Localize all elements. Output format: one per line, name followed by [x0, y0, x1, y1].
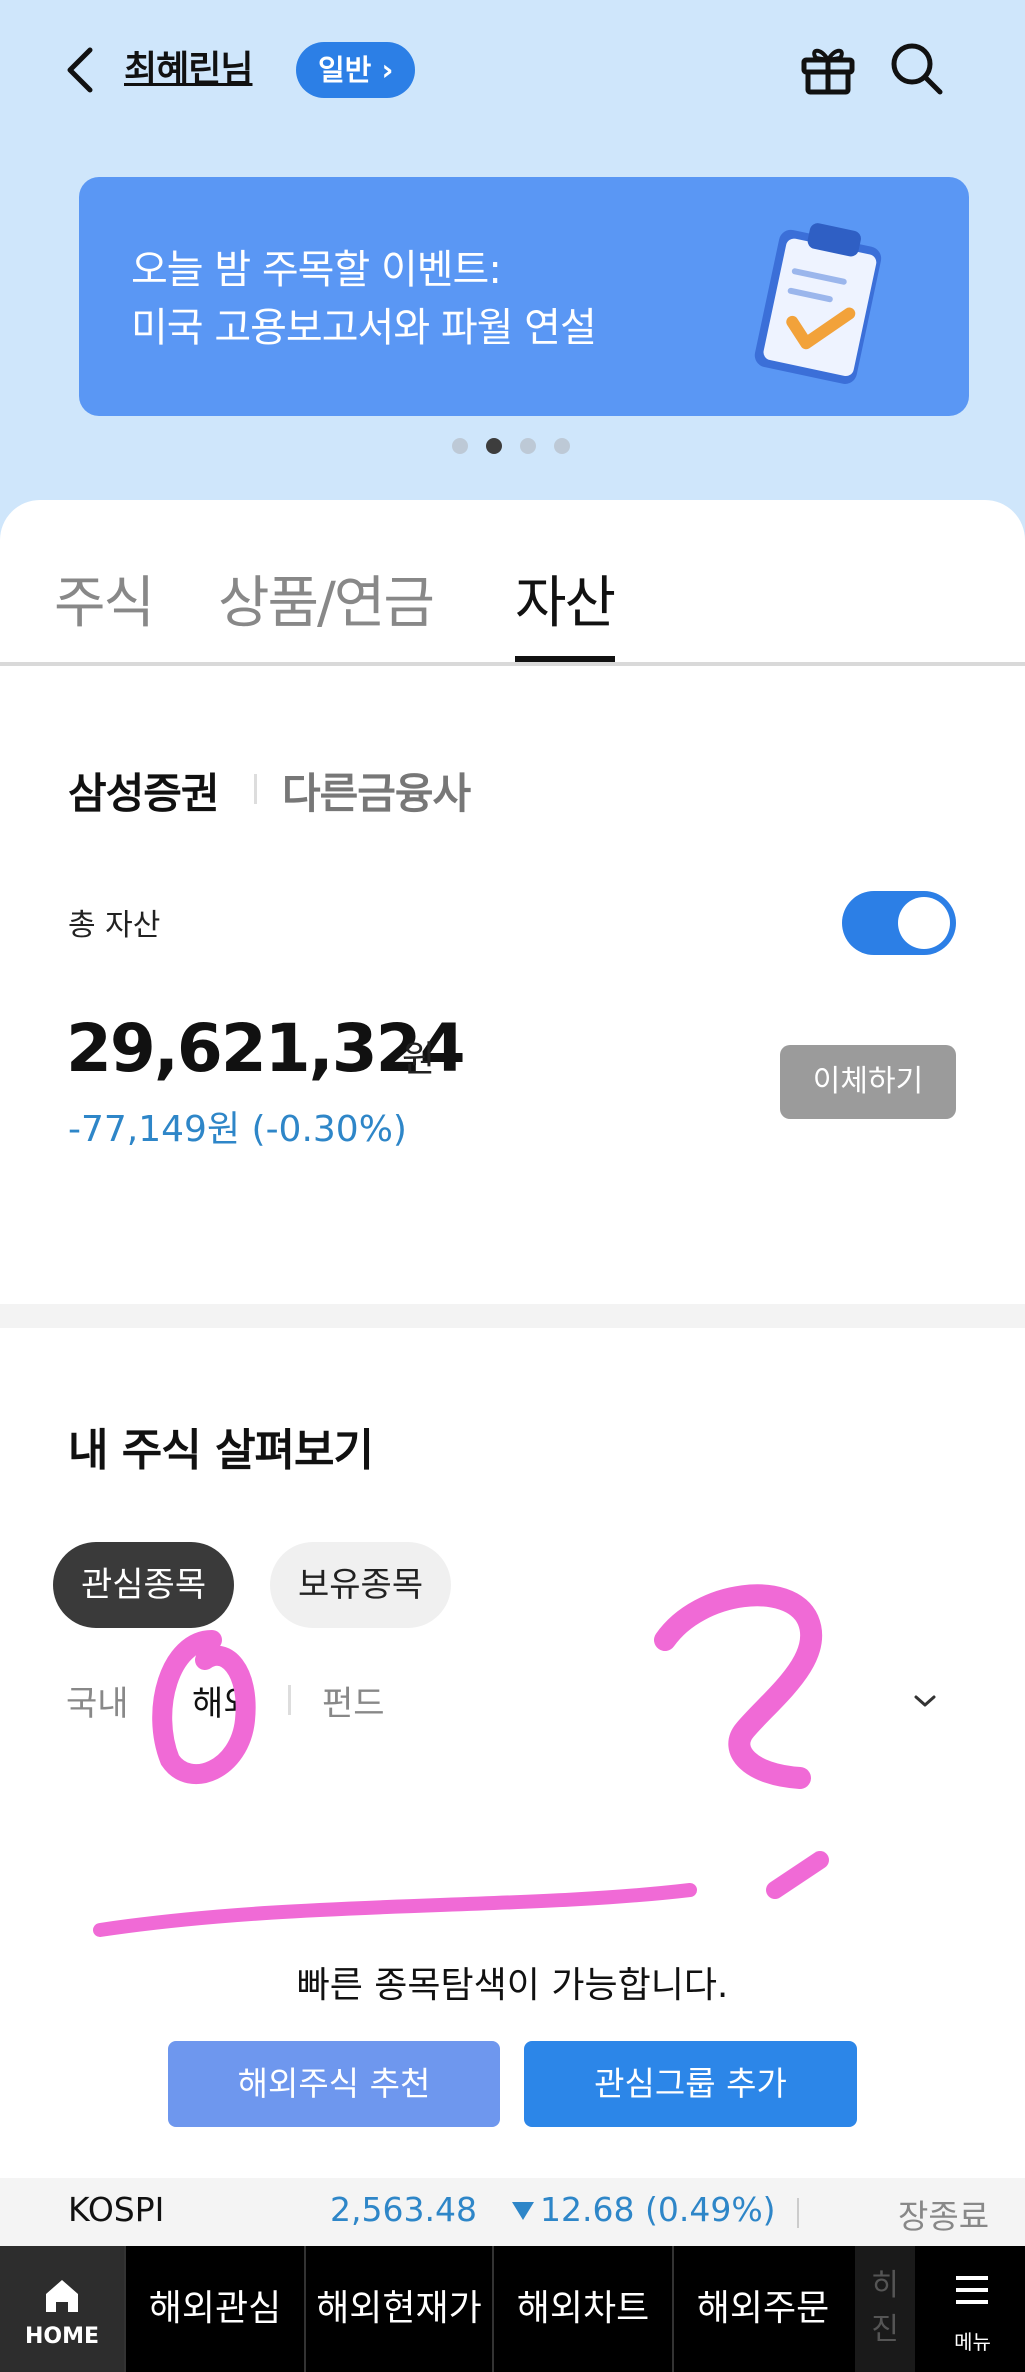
nav-home[interactable]: HOME [0, 2246, 124, 2372]
subtab-divider [288, 1685, 291, 1715]
home-icon [46, 2280, 78, 2312]
overseas-recommend-button[interactable]: 해외주식 추천 [168, 2041, 500, 2127]
quick-search-text: 빠른 종목탐색이 가능합니다. [296, 1965, 729, 2006]
ticker-divider [797, 2198, 799, 2228]
bottom-nav: HOME 해외관심 해외현재가 해외차트 해외주문 히 진 메뉴 [0, 2246, 1025, 2372]
subtab-domestic[interactable]: 국내 [66, 1676, 129, 1725]
segment-samsung[interactable]: 삼성증권 [68, 760, 220, 821]
header: 최혜린님 일반 › [0, 30, 1025, 110]
username-link[interactable]: 최혜린님 [124, 42, 253, 98]
tab-products-pension[interactable]: 상품/연금 [218, 558, 435, 639]
subtab-divider [160, 1685, 163, 1715]
pagination-dot[interactable] [554, 438, 570, 454]
nav-overseas-watch[interactable]: 해외관심 [124, 2246, 304, 2372]
ticker-change: 12.68 (0.49%) [540, 2190, 776, 2229]
pagination-dot-active[interactable] [486, 438, 502, 454]
chevron-down-icon[interactable] [910, 1686, 940, 1716]
add-watch-group-button[interactable]: 관심그룹 추가 [524, 2041, 857, 2127]
nav-home-label: HOME [24, 2324, 100, 2349]
grade-badge[interactable]: 일반 › [296, 42, 416, 98]
pagination-dot[interactable] [452, 438, 468, 454]
nav-menu-label: 메뉴 [954, 2330, 991, 2354]
clipboard-icon [754, 223, 882, 384]
nav-overseas-price[interactable]: 해외현재가 [304, 2246, 492, 2372]
subtab-overseas[interactable]: 해외 [192, 1676, 255, 1725]
index-ticker[interactable]: KOSPI 2,563.48 12.68 (0.49%) 장종료 [0, 2178, 1025, 2246]
search-icon[interactable] [886, 38, 946, 98]
total-assets-toggle[interactable] [842, 891, 956, 955]
banner-line-1: 오늘 밤 주목할 이벤트: [131, 247, 502, 293]
assets-change: -77,149원 (-0.30%) [68, 1109, 407, 1150]
section-divider [0, 1304, 1025, 1328]
currency-unit: 원 [402, 1039, 436, 1080]
tab-assets[interactable]: 자산 [515, 558, 616, 639]
my-stocks-title: 내 주식 살펴보기 [68, 1425, 374, 1476]
nav-partial-item[interactable]: 히 진 [855, 2246, 915, 2372]
nav-menu[interactable]: 메뉴 [920, 2246, 1025, 2372]
segment-other-institutions[interactable]: 다른금융사 [282, 760, 471, 821]
nav-overseas-order[interactable]: 해외주문 [672, 2246, 852, 2372]
toggle-knob [898, 897, 950, 949]
market-status: 장종료 [898, 2197, 990, 2236]
chip-watchlist[interactable]: 관심종목 [53, 1542, 235, 1628]
nav-overseas-chart[interactable]: 해외차트 [492, 2246, 672, 2372]
active-tab-indicator [515, 656, 615, 662]
ticker-value: 2,563.48 [330, 2190, 477, 2229]
down-triangle-icon [512, 2202, 534, 2220]
back-arrow-icon[interactable] [60, 42, 100, 98]
transfer-button[interactable]: 이체하기 [780, 1045, 956, 1119]
subtab-funds[interactable]: 펀드 [322, 1676, 385, 1725]
pagination-dot[interactable] [520, 438, 536, 454]
main-tabs: 주식 상품/연금 자산 [0, 548, 1025, 666]
tab-stocks[interactable]: 주식 [54, 558, 155, 639]
ticker-name: KOSPI [68, 2190, 165, 2229]
segment-divider [254, 774, 257, 804]
total-assets-label: 총 자산 [68, 908, 161, 943]
banner-pagination [452, 438, 570, 454]
chip-holdings[interactable]: 보유종목 [270, 1542, 452, 1628]
event-banner[interactable]: 오늘 밤 주목할 이벤트: 미국 고용보고서와 파월 연설 [79, 177, 969, 416]
banner-line-2: 미국 고용보고서와 파월 연설 [131, 305, 597, 351]
hamburger-icon [956, 2276, 988, 2304]
gift-icon[interactable] [798, 38, 858, 98]
